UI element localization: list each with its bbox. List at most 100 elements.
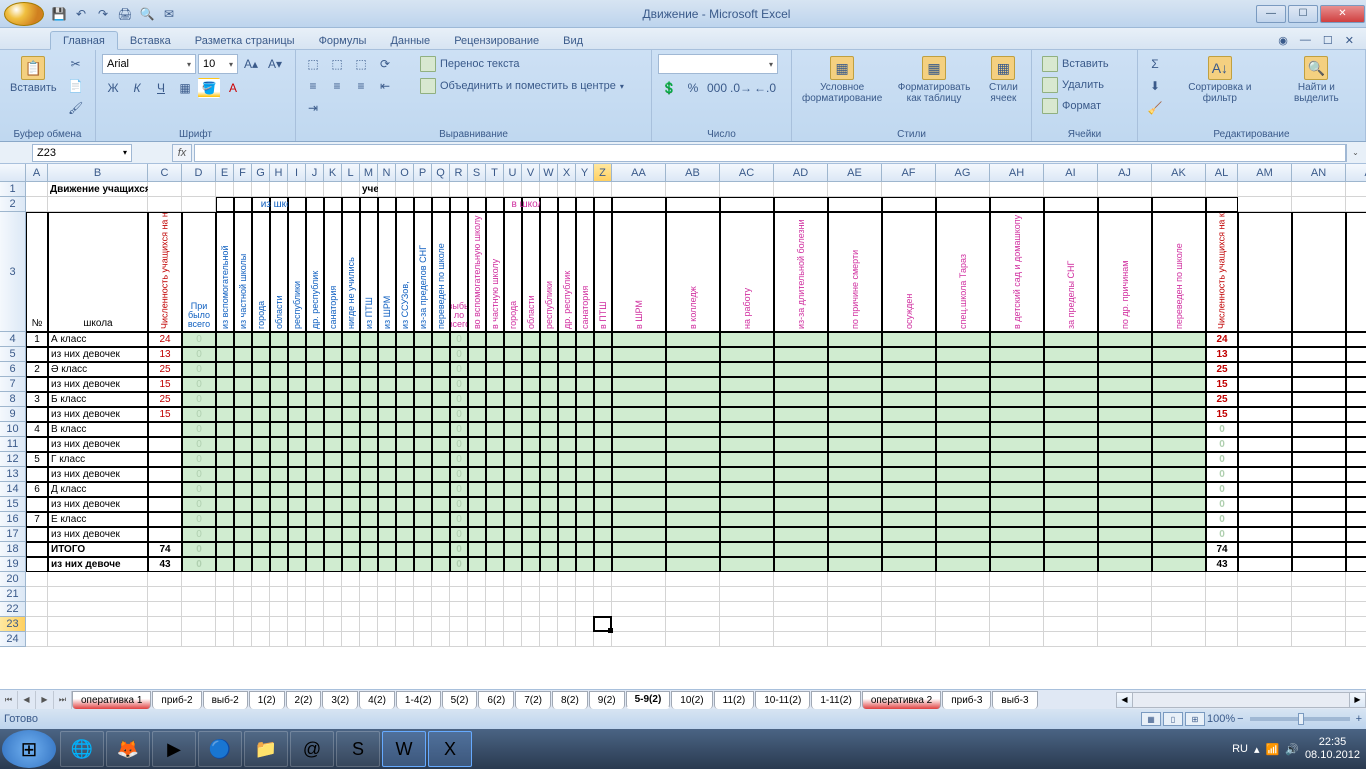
cell[interactable]: [540, 362, 558, 377]
cell[interactable]: [1044, 332, 1098, 347]
cell[interactable]: [594, 362, 612, 377]
cell[interactable]: [666, 587, 720, 602]
sheet-tab[interactable]: 1-11(2): [811, 691, 861, 709]
cell[interactable]: [324, 572, 342, 587]
cell[interactable]: [1238, 377, 1292, 392]
increase-decimal-icon[interactable]: .0→: [730, 78, 752, 98]
cell[interactable]: [324, 332, 342, 347]
cell[interactable]: [396, 572, 414, 587]
cell[interactable]: [1346, 452, 1366, 467]
cell[interactable]: [432, 617, 450, 632]
cell[interactable]: [26, 542, 48, 557]
cell[interactable]: [306, 362, 324, 377]
cell[interactable]: [1098, 527, 1152, 542]
cell[interactable]: [432, 602, 450, 617]
align-top-icon[interactable]: ⬚: [302, 54, 324, 74]
cell[interactable]: 74: [1206, 542, 1238, 557]
cell[interactable]: [1044, 467, 1098, 482]
cell[interactable]: [360, 407, 378, 422]
cell[interactable]: [182, 197, 216, 212]
cell[interactable]: [148, 422, 182, 437]
cell[interactable]: 0: [450, 332, 468, 347]
cell[interactable]: [540, 632, 558, 647]
cell[interactable]: из них девочек: [48, 497, 148, 512]
cell[interactable]: [414, 182, 432, 197]
cell[interactable]: [612, 497, 666, 512]
cell[interactable]: [486, 197, 504, 212]
cell[interactable]: [504, 182, 522, 197]
cell[interactable]: из них девочек: [48, 347, 148, 362]
cell[interactable]: [486, 572, 504, 587]
cell[interactable]: [414, 407, 432, 422]
cell[interactable]: [450, 572, 468, 587]
cell[interactable]: [558, 467, 576, 482]
cell[interactable]: [486, 632, 504, 647]
cell[interactable]: [360, 572, 378, 587]
cell[interactable]: [990, 587, 1044, 602]
sheet-tab[interactable]: 5-9(2): [626, 691, 671, 709]
align-center-icon[interactable]: ≡: [326, 76, 348, 96]
cell[interactable]: [666, 602, 720, 617]
cell[interactable]: [288, 422, 306, 437]
cell[interactable]: [360, 497, 378, 512]
cell[interactable]: [558, 407, 576, 422]
cell[interactable]: спец.школа Тараз: [936, 212, 990, 332]
cell[interactable]: [1098, 602, 1152, 617]
cell[interactable]: [252, 527, 270, 542]
cell[interactable]: [594, 377, 612, 392]
cell[interactable]: [1152, 587, 1206, 602]
cell[interactable]: [234, 467, 252, 482]
cell[interactable]: [522, 602, 540, 617]
cell[interactable]: [468, 362, 486, 377]
cell[interactable]: [666, 482, 720, 497]
cell[interactable]: [522, 542, 540, 557]
cell[interactable]: [468, 467, 486, 482]
cell[interactable]: [504, 377, 522, 392]
cell[interactable]: [1346, 212, 1366, 332]
cell[interactable]: [1292, 422, 1346, 437]
clear-icon[interactable]: 🧹: [1144, 98, 1166, 118]
cell[interactable]: [1206, 632, 1238, 647]
cell[interactable]: [1292, 587, 1346, 602]
cell[interactable]: [936, 587, 990, 602]
row-header[interactable]: 3: [0, 212, 26, 332]
row-header[interactable]: 19: [0, 557, 26, 572]
cell[interactable]: [432, 512, 450, 527]
cell[interactable]: [504, 632, 522, 647]
row-header[interactable]: 6: [0, 362, 26, 377]
select-all-corner[interactable]: [0, 164, 26, 182]
cell[interactable]: [234, 377, 252, 392]
cell[interactable]: [378, 332, 396, 347]
cell[interactable]: [1346, 512, 1366, 527]
cell[interactable]: [936, 452, 990, 467]
cell[interactable]: [1206, 572, 1238, 587]
cell[interactable]: [1346, 377, 1366, 392]
cell[interactable]: [1152, 407, 1206, 422]
cell[interactable]: [396, 197, 414, 212]
cell[interactable]: [252, 392, 270, 407]
align-bottom-icon[interactable]: ⬚: [350, 54, 372, 74]
cell[interactable]: [720, 362, 774, 377]
cell[interactable]: [594, 542, 612, 557]
cell[interactable]: 0: [1206, 452, 1238, 467]
cell[interactable]: [1098, 437, 1152, 452]
sheet-tab[interactable]: 1-4(2): [396, 691, 441, 709]
cell[interactable]: [270, 482, 288, 497]
cell[interactable]: [342, 377, 360, 392]
col-header[interactable]: AH: [990, 164, 1044, 182]
cell[interactable]: из-за длительной болезни: [774, 212, 828, 332]
cell[interactable]: 0: [182, 497, 216, 512]
cell[interactable]: [558, 332, 576, 347]
cell[interactable]: [360, 362, 378, 377]
cell[interactable]: [612, 572, 666, 587]
minimize-ribbon-icon[interactable]: —: [1296, 32, 1315, 49]
cell[interactable]: [468, 377, 486, 392]
taskbar-ie-icon[interactable]: 🌐: [60, 731, 104, 767]
cell[interactable]: [1346, 422, 1366, 437]
cell[interactable]: [360, 527, 378, 542]
cell[interactable]: [396, 527, 414, 542]
cell[interactable]: [936, 542, 990, 557]
cell[interactable]: [252, 182, 270, 197]
col-header[interactable]: N: [378, 164, 396, 182]
cell[interactable]: [414, 377, 432, 392]
